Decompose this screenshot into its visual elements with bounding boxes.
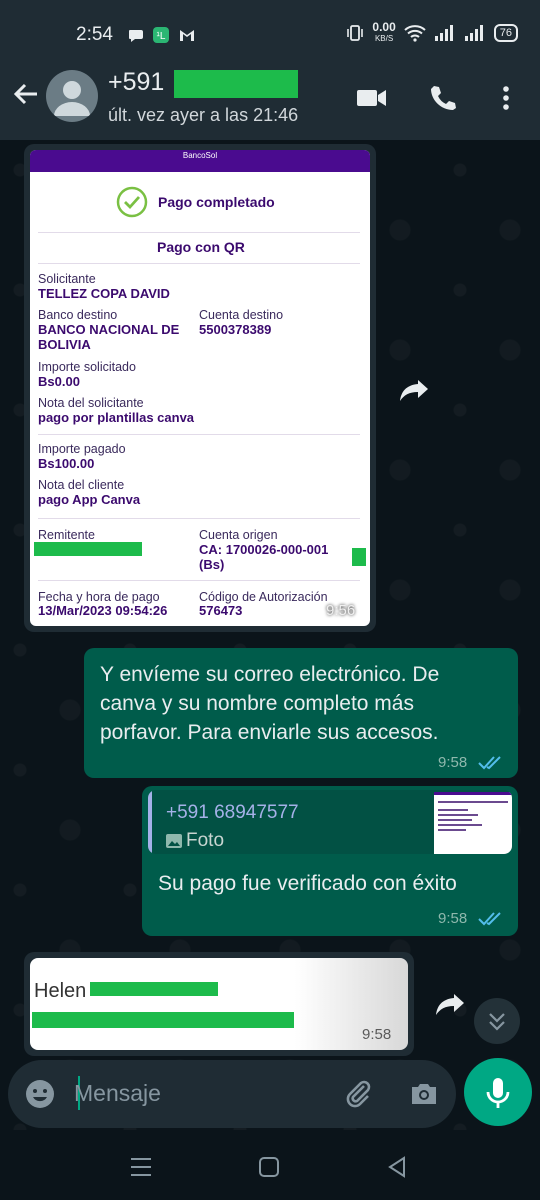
cuenta-origen-label: Cuenta origen: [199, 528, 278, 542]
message-time: 9:58: [362, 1026, 392, 1043]
battery-icon: 76: [493, 24, 518, 42]
emoji-icon[interactable]: [24, 1078, 56, 1110]
app-notification-icon: ¹L: [153, 27, 169, 43]
message-text: Y envíeme su correo electrónico. De canv…: [100, 663, 440, 744]
voice-message-button[interactable]: [464, 1058, 532, 1126]
forward-icon-2[interactable]: [432, 986, 468, 1022]
nota-solicitante-label: Nota del solicitante: [38, 396, 144, 410]
check-circle-icon: [116, 186, 148, 218]
quoted-message[interactable]: +591 68947577 Foto: [148, 790, 512, 854]
read-receipt-icon: [478, 912, 501, 926]
redacted-name: [174, 70, 298, 98]
back-nav-icon[interactable]: [386, 1156, 408, 1178]
message-text: Su pago fue verificado con éxito: [158, 872, 457, 895]
cuenta-origen-value: CA: 1700026-000-001: [199, 542, 329, 557]
photo-icon: [166, 834, 182, 848]
network-speed: 0.00 KB/S: [372, 20, 396, 43]
contact-name[interactable]: +591: [108, 68, 164, 97]
nota-cliente-value: pago App Canva: [38, 492, 141, 507]
double-chevron-down-icon: [489, 1013, 505, 1031]
default-avatar-icon: [54, 81, 90, 116]
receipt-header: BancoSol: [30, 150, 370, 172]
chat-header: +591 últ. vez ayer a las 21:46: [0, 50, 540, 140]
banco-destino-label: Banco destino: [38, 308, 118, 322]
redacted-sender: [34, 542, 142, 556]
status-icons: 0.00 KB/S 76: [346, 20, 518, 44]
message-time: 9:56: [326, 602, 356, 619]
cuenta-origen-currency: (Bs): [199, 557, 225, 572]
read-receipt-icon: [478, 756, 501, 770]
solicitante-value: TELLEZ COPA DAVID: [38, 286, 170, 301]
home-icon[interactable]: [258, 1156, 280, 1178]
remitente-label: Remitente: [38, 528, 95, 542]
cuenta-destino-value: 5500378389: [199, 322, 272, 337]
video-call-icon[interactable]: [356, 84, 388, 112]
message-input-bar[interactable]: Mensaje: [8, 1060, 456, 1128]
banco-destino-value: BANCO NACIONAL DE: [38, 322, 180, 337]
chat-notification-icon: [129, 30, 143, 42]
banco-destino-value-2: BOLIVIA: [38, 337, 91, 352]
payment-status: Pago completado: [158, 194, 275, 210]
outgoing-message-reply[interactable]: +591 68947577 Foto Su pago fue verificad…: [142, 786, 518, 936]
quote-type: Foto: [186, 830, 225, 851]
importe-pagado-value: Bs100.00: [38, 456, 95, 471]
payment-type: Pago con QR: [157, 239, 245, 255]
camera-icon[interactable]: [408, 1078, 440, 1110]
more-options-icon[interactable]: [494, 84, 518, 112]
scroll-to-bottom-button[interactable]: [474, 998, 520, 1044]
incoming-image-message[interactable]: Helen 9:58: [24, 952, 414, 1056]
redacted-account: [352, 548, 366, 566]
back-arrow-icon[interactable]: [12, 80, 40, 108]
nota-cliente-label: Nota del cliente: [38, 478, 125, 492]
quote-thumbnail: [434, 792, 512, 854]
bank-logo: BancoSol: [182, 151, 218, 160]
forward-icon[interactable]: [396, 372, 432, 408]
importe-pagado-label: Importe pagado: [38, 442, 126, 456]
receipt-image[interactable]: BancoSol Pago completado Pago con QR Sol…: [30, 150, 370, 626]
quote-sender: +591 68947577: [166, 802, 299, 823]
redacted-text: [32, 1012, 294, 1028]
vibrate-icon: [347, 25, 364, 41]
voice-call-icon[interactable]: [428, 84, 460, 112]
last-seen: últ. vez ayer a las 21:46: [108, 105, 299, 125]
signal-icon-2: [464, 25, 483, 41]
image-text: Helen: [34, 980, 87, 1002]
message-time: 9:58: [438, 910, 468, 927]
solicitante-label: Solicitante: [38, 272, 96, 286]
wifi-icon: [404, 25, 426, 42]
recents-icon[interactable]: [128, 1156, 154, 1178]
avatar[interactable]: [46, 70, 98, 122]
importe-solicitado-value: Bs0.00: [38, 374, 80, 389]
gmail-icon: [180, 30, 194, 41]
fecha-label: Fecha y hora de pago: [38, 590, 160, 604]
codigo-value: 576473: [199, 603, 243, 618]
codigo-label: Código de Autorización: [199, 590, 328, 604]
importe-solicitado-label: Importe solicitado: [38, 360, 136, 374]
microphone-icon: [486, 1078, 510, 1108]
clock: 2:54: [76, 24, 113, 45]
message-image[interactable]: Helen: [30, 958, 408, 1050]
message-time: 9:58: [438, 754, 468, 771]
message-input[interactable]: Mensaje: [74, 1080, 161, 1107]
signal-icon-1: [434, 25, 453, 41]
fecha-value: 13/Mar/2023 09:54:26: [38, 603, 168, 618]
cuenta-destino-label: Cuenta destino: [199, 308, 284, 322]
nota-solicitante-value: pago por plantillas canva: [38, 410, 195, 425]
svg-text:¹L: ¹L: [157, 31, 166, 42]
outgoing-message[interactable]: Y envíeme su correo electrónico. De canv…: [84, 648, 518, 778]
attach-icon[interactable]: [342, 1078, 374, 1110]
redacted-name: [90, 982, 218, 996]
system-nav-bar: [0, 1132, 540, 1200]
